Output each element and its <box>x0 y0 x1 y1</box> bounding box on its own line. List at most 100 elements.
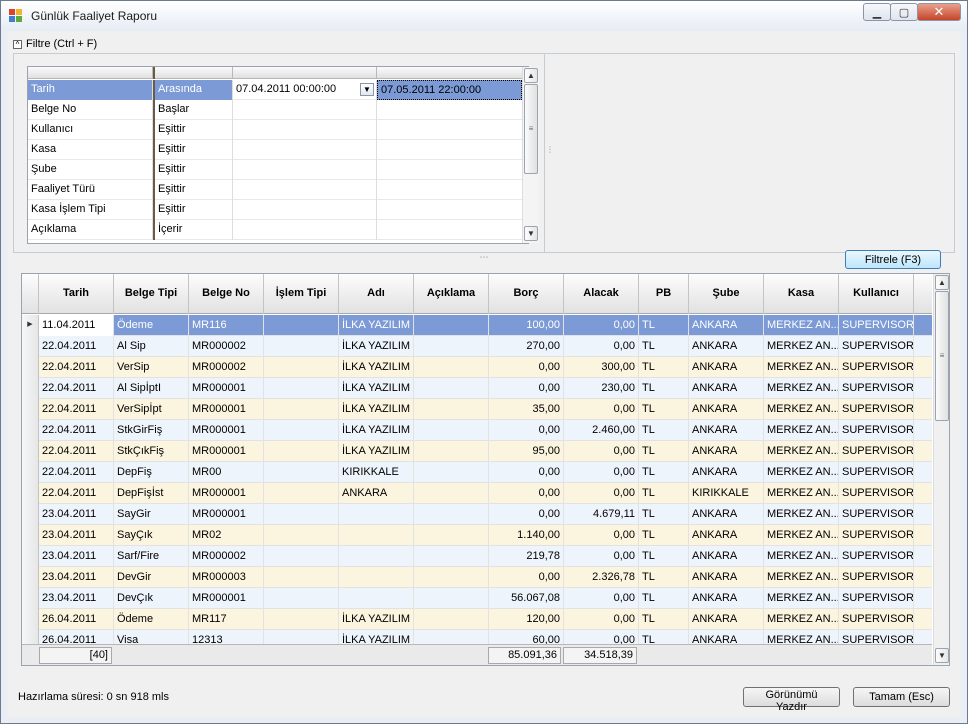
cell-borc[interactable]: 0,00 <box>489 378 564 399</box>
grid-scroll-up-icon[interactable]: ▲ <box>935 275 949 290</box>
cell-sube[interactable]: ANKARA <box>689 315 764 336</box>
row-indicator[interactable] <box>22 441 39 462</box>
cell-tarih[interactable]: 26.04.2011 <box>39 630 114 644</box>
filter-row[interactable]: Faaliyet Türü Eşittir <box>28 180 522 200</box>
column-header-adi[interactable]: Adı <box>339 274 414 314</box>
cell-tarih[interactable]: 22.04.2011 <box>39 399 114 420</box>
cell-kasa[interactable]: MERKEZ AN... <box>764 399 839 420</box>
cell-kullanici[interactable]: SUPERVISOR <box>839 588 914 609</box>
table-row[interactable]: 23.04.2011 DevGir MR000003 0,00 2.326,78 TL AN… <box>22 567 932 588</box>
cell-belge-tipi[interactable]: DevGir <box>114 567 189 588</box>
cell-pb[interactable]: TL <box>639 525 689 546</box>
cell-kullanici[interactable]: SUPERVISOR <box>839 336 914 357</box>
cell-belge-tipi[interactable]: Visa <box>114 630 189 644</box>
cell-belge-no[interactable]: MR02 <box>189 525 264 546</box>
cell-alacak[interactable]: 0,00 <box>564 462 639 483</box>
filter-operator[interactable]: İçerir <box>153 220 233 240</box>
cell-tarih[interactable]: 26.04.2011 <box>39 609 114 630</box>
cell-pb[interactable]: TL <box>639 399 689 420</box>
row-indicator[interactable]: ▶ <box>22 315 39 336</box>
cell-pb[interactable]: TL <box>639 588 689 609</box>
cell-kasa[interactable]: MERKEZ AN... <box>764 378 839 399</box>
cell-adi[interactable] <box>339 504 414 525</box>
table-row[interactable]: 23.04.2011 SayGir MR000001 0,00 4.679,11 TL AN… <box>22 504 932 525</box>
table-row[interactable]: 26.04.2011 Ödeme MR117 İLKA YAZILIM 120,00 0,… <box>22 609 932 630</box>
cell-kullanici[interactable]: SUPERVISOR <box>839 441 914 462</box>
row-indicator[interactable] <box>22 525 39 546</box>
filter-row[interactable]: Kasa Eşittir <box>28 140 522 160</box>
column-header-belge-tipi[interactable]: Belge Tipi <box>114 274 189 314</box>
cell-kasa[interactable]: MERKEZ AN... <box>764 462 839 483</box>
print-view-button[interactable]: Görünümü Yazdır <box>743 687 840 713</box>
filter-value-2[interactable] <box>377 200 522 220</box>
cell-kullanici[interactable]: SUPERVISOR <box>839 567 914 588</box>
column-header-belge-no[interactable]: Belge No <box>189 274 264 314</box>
cell-sube[interactable]: ANKARA <box>689 525 764 546</box>
cell-kullanici[interactable]: SUPERVISOR <box>839 504 914 525</box>
cell-pb[interactable]: TL <box>639 336 689 357</box>
cell-belge-tipi[interactable]: DepFiş <box>114 462 189 483</box>
filter-value-1[interactable] <box>233 180 377 200</box>
title-bar[interactable]: Günlük Faaliyet Raporu ▁ ▢ ✕ <box>1 1 967 31</box>
filter-value-1[interactable] <box>233 160 377 180</box>
filter-row[interactable]: Belge No Başlar <box>28 100 522 120</box>
row-indicator[interactable] <box>22 483 39 504</box>
cell-kasa[interactable]: MERKEZ AN... <box>764 315 839 336</box>
filter-operator[interactable]: Eşittir <box>153 120 233 140</box>
row-indicator[interactable] <box>22 378 39 399</box>
cell-kasa[interactable]: MERKEZ AN... <box>764 420 839 441</box>
cell-belge-no[interactable]: MR000001 <box>189 420 264 441</box>
cell-sube[interactable]: ANKARA <box>689 441 764 462</box>
cell-kasa[interactable]: MERKEZ AN... <box>764 336 839 357</box>
column-header-aciklama[interactable]: Açıklama <box>414 274 489 314</box>
table-row[interactable]: 23.04.2011 Sarf/Fire MR000002 219,78 0,00 TL A… <box>22 546 932 567</box>
row-indicator[interactable] <box>22 462 39 483</box>
cell-islem-tipi[interactable] <box>264 399 339 420</box>
row-indicator[interactable] <box>22 357 39 378</box>
filter-value-1[interactable] <box>233 100 377 120</box>
maximize-icon[interactable]: ▢ <box>890 3 918 21</box>
filter-scrollbar[interactable]: ▲ ≡ ▼ <box>522 67 539 243</box>
cell-adi[interactable]: İLKA YAZILIM <box>339 441 414 462</box>
cell-kullanici[interactable]: SUPERVISOR <box>839 630 914 644</box>
row-indicator[interactable] <box>22 420 39 441</box>
column-header-borc[interactable]: Borç <box>489 274 564 314</box>
ok-button[interactable]: Tamam (Esc) <box>853 687 950 707</box>
column-header-pb[interactable]: PB <box>639 274 689 314</box>
cell-alacak[interactable]: 0,00 <box>564 399 639 420</box>
cell-belge-no[interactable]: MR000001 <box>189 504 264 525</box>
cell-alacak[interactable]: 0,00 <box>564 525 639 546</box>
cell-borc[interactable]: 0,00 <box>489 483 564 504</box>
cell-borc[interactable]: 1.140,00 <box>489 525 564 546</box>
cell-sube[interactable]: ANKARA <box>689 462 764 483</box>
cell-borc[interactable]: 0,00 <box>489 357 564 378</box>
cell-sube[interactable]: ANKARA <box>689 504 764 525</box>
cell-tarih[interactable]: 22.04.2011 <box>39 378 114 399</box>
filter-row[interactable]: Açıklama İçerir <box>28 220 522 240</box>
cell-islem-tipi[interactable] <box>264 420 339 441</box>
table-row[interactable]: 22.04.2011 Al SipİptI MR000001 İLKA YAZILIM… <box>22 378 932 399</box>
row-indicator[interactable] <box>22 609 39 630</box>
cell-pb[interactable]: TL <box>639 441 689 462</box>
cell-aciklama[interactable] <box>414 609 489 630</box>
cell-belge-tipi[interactable]: Al Sip <box>114 336 189 357</box>
table-row[interactable]: ▶ 11.04.2011 Ödeme MR116 İLKA YAZILIM 100,00 0… <box>22 315 932 336</box>
table-row[interactable]: 23.04.2011 SayÇık MR02 1.140,00 0,00 TL ANKARA… <box>22 525 932 546</box>
close-icon[interactable]: ✕ <box>917 3 961 21</box>
cell-kullanici[interactable]: SUPERVISOR <box>839 609 914 630</box>
cell-adi[interactable]: KIRIKKALE <box>339 462 414 483</box>
cell-kasa[interactable]: MERKEZ AN... <box>764 483 839 504</box>
grid-scroll-thumb[interactable]: ≡ <box>935 291 949 421</box>
cell-kullanici[interactable]: SUPERVISOR <box>839 399 914 420</box>
cell-islem-tipi[interactable] <box>264 357 339 378</box>
cell-adi[interactable]: İLKA YAZILIM <box>339 420 414 441</box>
cell-belge-no[interactable]: MR000001 <box>189 399 264 420</box>
cell-alacak[interactable]: 300,00 <box>564 357 639 378</box>
cell-pb[interactable]: TL <box>639 630 689 644</box>
cell-belge-tipi[interactable]: Sarf/Fire <box>114 546 189 567</box>
cell-kullanici[interactable]: SUPERVISOR <box>839 546 914 567</box>
column-header-islem-tipi[interactable]: İşlem Tipi <box>264 274 339 314</box>
cell-sube[interactable]: ANKARA <box>689 399 764 420</box>
cell-alacak[interactable]: 230,00 <box>564 378 639 399</box>
collapse-icon[interactable]: ^ <box>13 39 22 49</box>
